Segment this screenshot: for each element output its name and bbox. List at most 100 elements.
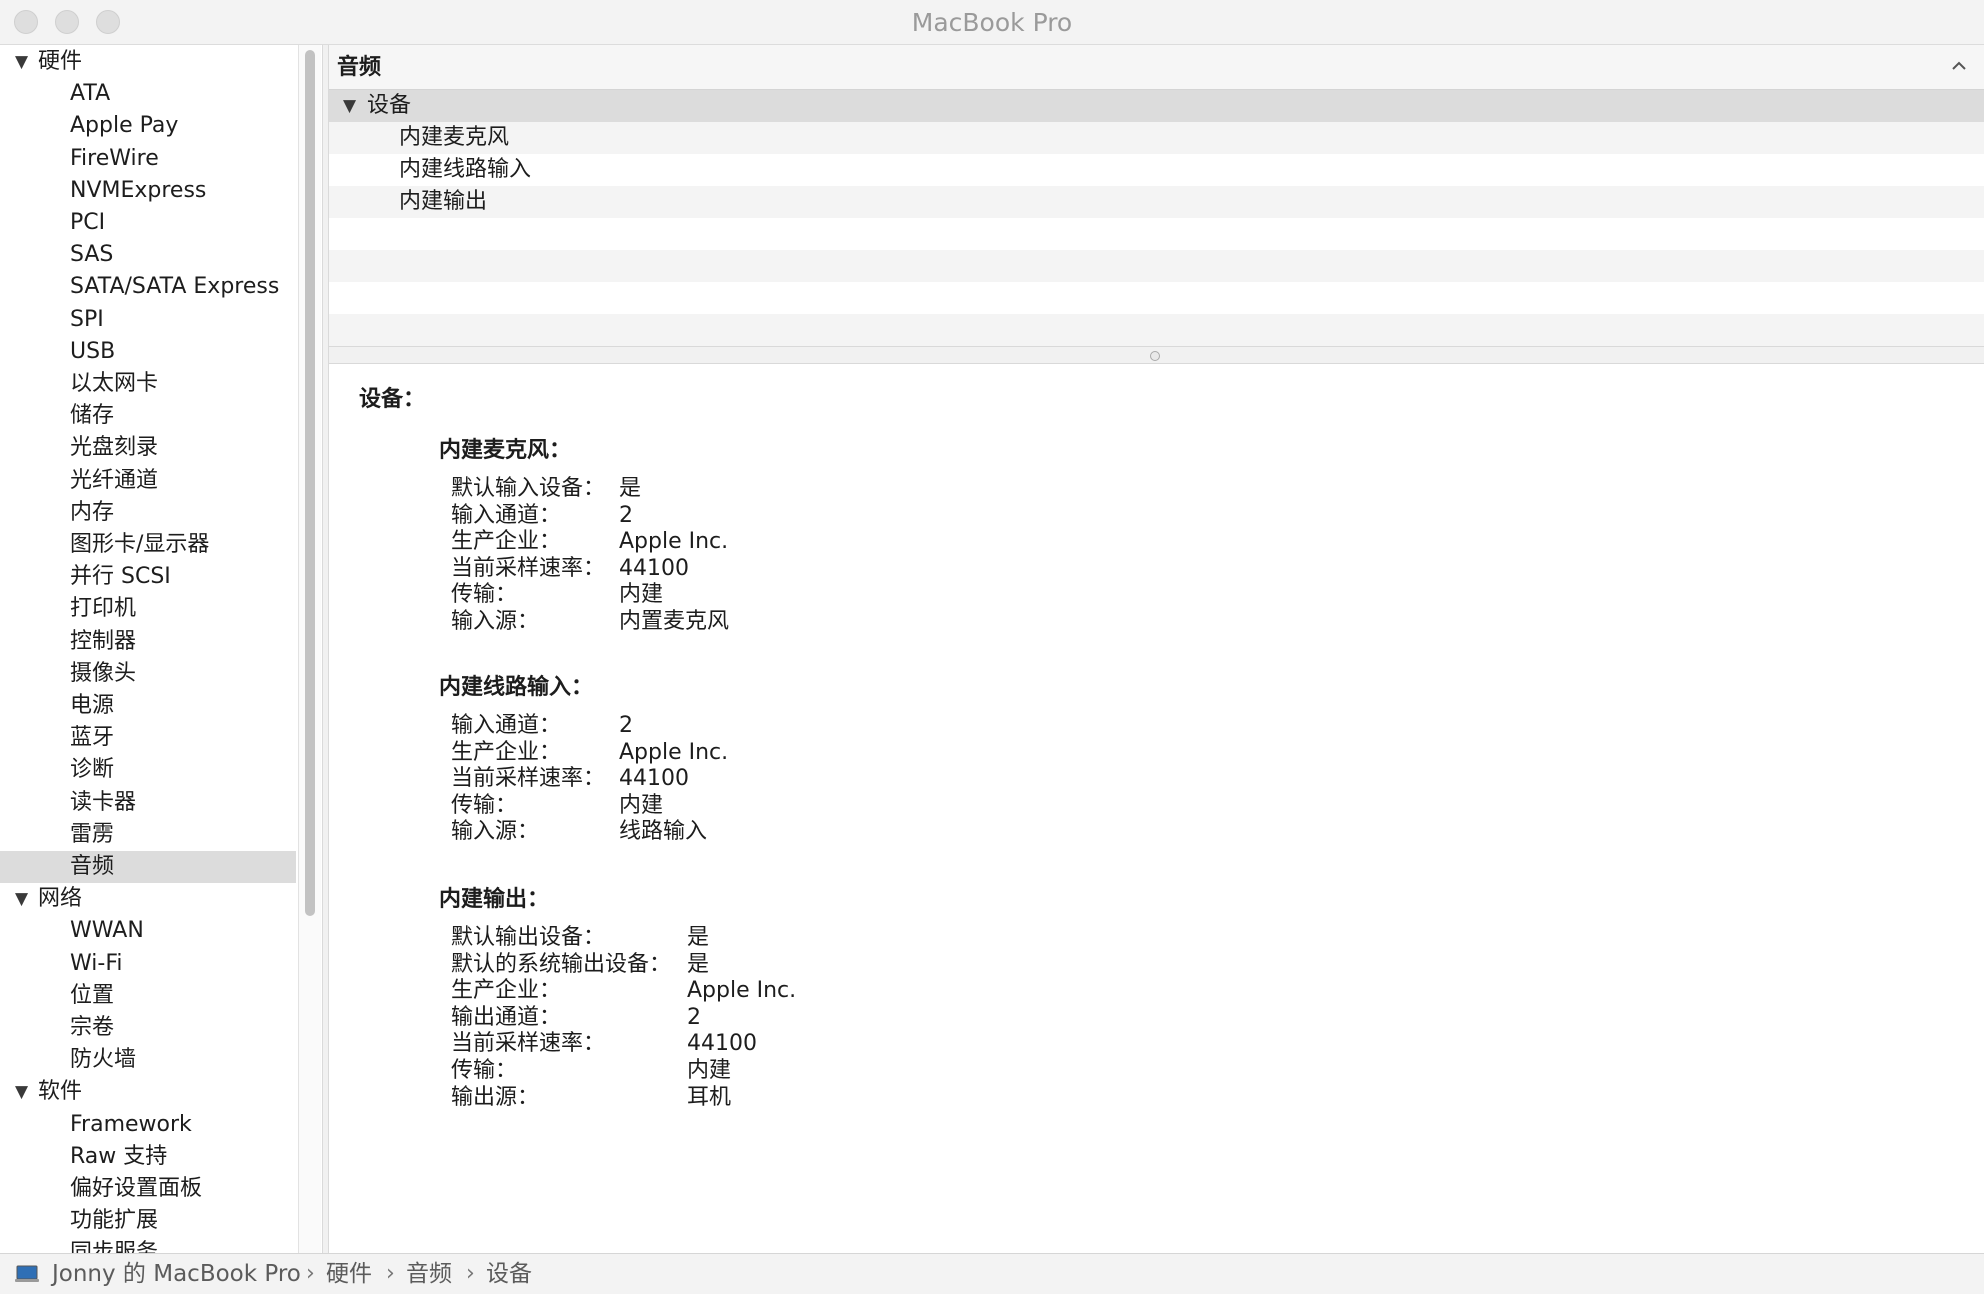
- sidebar-item[interactable]: 光盘刻录: [0, 432, 296, 464]
- sidebar-item-label: 功能扩展: [70, 1208, 159, 1234]
- detail-device-name: 内建线路输入：: [439, 675, 594, 700]
- list-group-devices[interactable]: ▼ 设备: [329, 90, 1984, 122]
- disclosure-triangle-icon[interactable]: ▼: [343, 90, 356, 122]
- detail-property-row: 输出通道： 2: [451, 1004, 701, 1031]
- sidebar-item[interactable]: USB: [0, 336, 296, 368]
- sidebar-item-label: WWAN: [70, 918, 144, 944]
- sidebar-item[interactable]: 雷雳: [0, 819, 296, 851]
- sidebar-item[interactable]: SATA/SATA Express: [0, 271, 296, 303]
- sidebar-item[interactable]: NVMExpress: [0, 175, 296, 207]
- detail-property-key: 生产企业：: [451, 978, 562, 1004]
- sidebar-category-network[interactable]: ▼ 网络: [0, 883, 296, 915]
- list-header-title: 音频: [337, 55, 382, 80]
- breadcrumb-item[interactable]: Jonny 的 MacBook Pro: [52, 1254, 301, 1294]
- sidebar-item[interactable]: 读卡器: [0, 787, 296, 819]
- detail-property-key: 当前采样速率：: [451, 766, 606, 792]
- breadcrumb-item[interactable]: 设备: [486, 1254, 532, 1294]
- sidebar-item[interactable]: WWAN: [0, 915, 296, 947]
- detail-property-value: 2: [619, 502, 633, 528]
- sidebar-item[interactable]: SPI: [0, 304, 296, 336]
- sidebar-item[interactable]: 防火墙: [0, 1044, 296, 1076]
- sidebar-item[interactable]: 打印机: [0, 593, 296, 625]
- sidebar-item-label: 电源: [70, 693, 115, 718]
- list-row: [329, 282, 1984, 314]
- breadcrumb-item[interactable]: 音频: [406, 1254, 452, 1294]
- splitter-handle[interactable]: [1150, 351, 1160, 361]
- sidebar-item[interactable]: 光纤通道: [0, 465, 296, 497]
- sidebar-item[interactable]: 功能扩展: [0, 1205, 296, 1237]
- sidebar-item[interactable]: 电源: [0, 690, 296, 722]
- detail-property-row: 默认输入设备： 是: [451, 475, 641, 502]
- sidebar-item[interactable]: 摄像头: [0, 658, 296, 690]
- list-header[interactable]: 音频: [329, 45, 1984, 90]
- sidebar-item[interactable]: Wi-Fi: [0, 948, 296, 980]
- sidebar-item-label: NVMExpress: [70, 177, 207, 203]
- list-row[interactable]: 内建线路输入: [329, 154, 1984, 186]
- chevron-up-icon[interactable]: [1948, 55, 1970, 77]
- sidebar-item[interactable]: 音频: [0, 851, 296, 883]
- sidebar-item[interactable]: 蓝牙: [0, 722, 296, 754]
- sidebar-item[interactable]: 储存: [0, 400, 296, 432]
- vertical-splitter[interactable]: [322, 45, 329, 1253]
- detail-property-key: 输出源：: [451, 1084, 540, 1110]
- detail-property-value: 2: [619, 713, 633, 738]
- sidebar-item[interactable]: FireWire: [0, 143, 296, 175]
- sidebar-category-software[interactable]: ▼ 软件: [0, 1076, 296, 1108]
- detail-property-value: 是: [687, 925, 710, 950]
- sidebar-category-hardware[interactable]: ▼ 硬件: [0, 46, 296, 78]
- detail-property-value: 内建: [619, 582, 664, 608]
- sidebar-item[interactable]: Apple Pay: [0, 110, 296, 142]
- detail-property-row: 传输： 内建: [451, 1057, 731, 1084]
- horizontal-splitter[interactable]: [329, 346, 1984, 364]
- sidebar-item[interactable]: 同步服务: [0, 1237, 296, 1253]
- sidebar-item-label: 储存: [70, 403, 115, 429]
- sidebar-item[interactable]: PCI: [0, 207, 296, 239]
- sidebar-item-label: Raw 支持: [70, 1143, 168, 1169]
- sidebar-item[interactable]: 位置: [0, 980, 296, 1012]
- detail-property-value: 44100: [619, 766, 689, 792]
- sidebar-item[interactable]: Raw 支持: [0, 1141, 296, 1173]
- sidebar-item[interactable]: 诊断: [0, 754, 296, 786]
- sidebar-item[interactable]: 以太网卡: [0, 368, 296, 400]
- sidebar-item-label: 内存: [70, 499, 115, 525]
- sidebar-scroll-thumb[interactable]: [305, 50, 315, 916]
- list-group-label: 设备: [367, 93, 412, 118]
- title-bar: MacBook Pro: [0, 0, 1984, 45]
- disclosure-triangle-icon[interactable]: ▼: [15, 46, 28, 78]
- detail-property-key: 生产企业：: [451, 529, 562, 555]
- sidebar-item[interactable]: 宗卷: [0, 1012, 296, 1044]
- list-row[interactable]: 内建麦克风: [329, 122, 1984, 154]
- list-row-label: 内建麦克风: [399, 125, 510, 150]
- sidebar-item[interactable]: ATA: [0, 78, 296, 110]
- sidebar-item[interactable]: 并行 SCSI: [0, 561, 296, 593]
- device-list: ▼ 设备内建麦克风内建线路输入内建输出: [329, 90, 1984, 346]
- sidebar-item[interactable]: 图形卡/显示器: [0, 529, 296, 561]
- sidebar-item-label: 位置: [70, 982, 115, 1008]
- detail-property-row: 输入通道： 2: [451, 502, 633, 529]
- list-row[interactable]: 内建输出: [329, 186, 1984, 218]
- detail-property-key: 传输：: [451, 582, 518, 608]
- sidebar-item-label: 同步服务: [70, 1240, 159, 1253]
- sidebar-item-label: Framework: [70, 1111, 192, 1137]
- detail-title: 设备：: [359, 387, 426, 412]
- sidebar-item[interactable]: 内存: [0, 497, 296, 529]
- detail-property-row: 默认的系统输出设备： 是: [451, 951, 709, 978]
- detail-device-name: 内建麦克风：: [439, 438, 572, 463]
- disclosure-triangle-icon[interactable]: ▼: [15, 1076, 28, 1108]
- sidebar-item-label: USB: [70, 338, 116, 364]
- sidebar: ▼ 硬件 ATA Apple Pay FireWire NVMExpress PCI SAS S…: [0, 45, 296, 1253]
- sidebar-item[interactable]: SAS: [0, 239, 296, 271]
- breadcrumb-item[interactable]: 硬件: [326, 1254, 372, 1294]
- sidebar-item[interactable]: Framework: [0, 1109, 296, 1141]
- detail-property-value: 内建: [687, 1058, 732, 1083]
- disclosure-triangle-icon[interactable]: ▼: [15, 883, 28, 915]
- detail-pane: 设备： 内建麦克风： 默认输入设备：是输入通道： 2 生产企业： Apple Inc. 当…: [329, 364, 1984, 1253]
- sidebar-category-label: 软件: [38, 1079, 83, 1105]
- sidebar-item[interactable]: 控制器: [0, 626, 296, 658]
- detail-property-value: 线路输入: [619, 819, 708, 845]
- list-row-label: 内建输出: [399, 189, 488, 214]
- sidebar-item-label: Wi-Fi: [70, 950, 123, 976]
- window-title: MacBook Pro: [911, 8, 1073, 37]
- sidebar-item-label: 防火墙: [70, 1047, 137, 1073]
- sidebar-item[interactable]: 偏好设置面板: [0, 1173, 296, 1205]
